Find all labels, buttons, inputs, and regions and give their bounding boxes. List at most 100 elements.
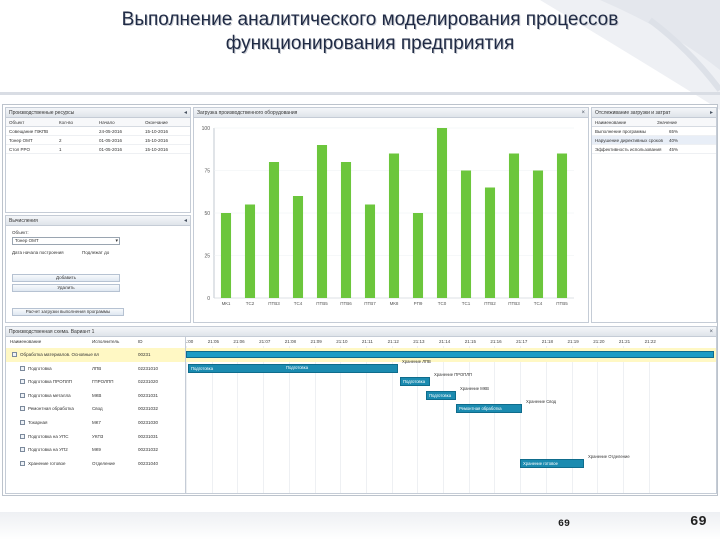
slide-title: Выполнение аналитического моделирования … (60, 8, 680, 56)
task-icon (20, 420, 25, 425)
task-name: Подготовка на УПС (28, 433, 69, 439)
table-row[interactable]: Стол РРО 1 01-05-2016 15-10-2016 (6, 145, 190, 154)
column-header[interactable]: ID (138, 337, 143, 346)
table-cell: Совещание ПЖПВ (9, 129, 49, 134)
task-icon (20, 379, 25, 385)
table-row[interactable]: Выполнение программы 65% (592, 127, 716, 136)
task-bar[interactable]: Подготовка (400, 377, 430, 387)
delete-button[interactable]: Удалить (12, 284, 120, 292)
time-label: 21:05 (207, 339, 219, 344)
task-bar-note: Хранение МКВ (460, 385, 489, 391)
y-tick-label: 50 (204, 211, 210, 217)
gridline (648, 346, 650, 493)
bar[interactable] (532, 170, 544, 299)
bar[interactable] (316, 145, 328, 298)
time-label: 21:08 (284, 339, 297, 344)
column-header[interactable]: Значение (654, 118, 714, 126)
gantt-panel-header: Производственная схема. Вариант 1 × (6, 327, 716, 337)
gridline (186, 346, 187, 493)
gridline (494, 346, 496, 493)
bar[interactable] (340, 162, 352, 298)
object-field-label: Объект: (12, 230, 29, 235)
time-label: 21:16 (490, 339, 502, 344)
table-cell: 45% (669, 147, 679, 152)
task-icon (20, 433, 25, 439)
time-label: 21:14 (439, 339, 451, 344)
gridline (545, 346, 547, 493)
task-bar-note: Хранение Отделение (588, 453, 630, 459)
table-cell: Тонер ОМТ (9, 138, 33, 143)
task-name: Подготовка (28, 365, 52, 371)
bar[interactable] (556, 153, 568, 299)
table-cell: 01-05-2016 (99, 138, 123, 143)
x-tick-label: МК8 (390, 301, 399, 306)
task-executor: УКП3 (92, 433, 104, 439)
task-executor: Отделение (92, 460, 116, 466)
table-cell: Эффективность использования (595, 147, 662, 152)
bar[interactable] (388, 153, 400, 299)
gantt-timeline: 21:00 21:05 21:06 21:07 21:08 21:09 21:10 21:11… (186, 337, 716, 493)
bar[interactable] (508, 153, 520, 299)
column-header[interactable]: Кол-во (56, 118, 96, 126)
time-label: 21:07 (259, 339, 271, 344)
task-bar[interactable]: Хранение готовое (520, 458, 584, 468)
bar[interactable] (412, 213, 424, 298)
time-label: 21:13 (413, 339, 425, 344)
bar[interactable] (436, 128, 448, 298)
task-bar[interactable]: Подготовка (426, 390, 456, 400)
metrics-grid-header: Наименование Значение (592, 118, 716, 127)
page-number-small: 69 (558, 519, 571, 530)
x-tick-label: ПТВ6 (340, 301, 352, 306)
task-icon (20, 460, 25, 466)
y-tick-label: 25 (204, 254, 210, 260)
table-cell: 2 (59, 138, 62, 143)
time-label: 21:19 (567, 339, 579, 344)
column-header[interactable]: Окончание (142, 118, 188, 126)
date-label: Дата начала построения (12, 250, 64, 255)
task-bar[interactable]: Ремонтная обработка (456, 404, 522, 414)
task-executor: ЛПВ (92, 365, 102, 371)
x-tick-label: МК1 (222, 301, 231, 306)
collapse-icon[interactable]: ▸ (710, 108, 713, 118)
collapse-icon[interactable]: ◂ (184, 216, 187, 226)
table-cell: 01-05-2016 (99, 147, 123, 152)
bar[interactable] (220, 213, 232, 298)
bar[interactable] (292, 196, 304, 298)
bar[interactable] (244, 204, 256, 299)
column-header[interactable]: Начало (96, 118, 142, 126)
add-button[interactable]: Добавить (12, 274, 120, 282)
task-icon (20, 406, 25, 412)
bar[interactable] (460, 170, 472, 299)
collapse-icon[interactable]: × (709, 327, 713, 337)
object-select-value: Тонер ОМТ (15, 238, 39, 243)
x-tick-label: ТС1 (462, 301, 471, 306)
object-select[interactable]: Тонер ОМТ ▾ (12, 237, 120, 245)
close-icon[interactable]: × (581, 108, 585, 118)
run-calculation-button[interactable]: Расчет загрузки выполнения программы (12, 308, 124, 316)
column-header[interactable]: Наименование (10, 337, 41, 346)
table-row[interactable]: Нарушение директивных сроков 40% (592, 136, 716, 145)
column-header[interactable]: Наименование (592, 118, 654, 126)
table-row[interactable]: Тонер ОМТ 2 01-05-2016 15-10-2016 (6, 136, 190, 145)
bar[interactable] (484, 187, 496, 299)
task-name: Токарная (28, 420, 48, 425)
table-row[interactable]: Совещание ПЖПВ 24-05-2016 15-10-2016 (6, 127, 190, 136)
calc-panel-title: Вычисления (9, 218, 38, 224)
application-window: Производственные ресурсы ◂ Объект Кол-во… (2, 104, 718, 496)
column-header[interactable]: Исполнитель (92, 337, 119, 346)
task-id: 00231031 (138, 433, 159, 439)
task-id: 00231 (138, 352, 151, 357)
table-row[interactable]: Эффективность использования 45% (592, 145, 716, 154)
time-label: 21:12 (387, 339, 399, 344)
table-cell: 15-10-2016 (145, 138, 169, 143)
chevron-down-icon: ▾ (115, 238, 118, 244)
column-header[interactable]: Объект (6, 118, 56, 126)
collapse-icon[interactable]: ◂ (184, 108, 187, 118)
bar[interactable] (364, 204, 376, 299)
summary-bar[interactable] (186, 351, 714, 358)
gridline (622, 346, 624, 493)
gridline (520, 346, 522, 493)
y-tick-label: 100 (202, 126, 211, 132)
chart-panel-header: Загрузка производственного оборудования … (194, 108, 588, 118)
bar[interactable] (268, 162, 280, 298)
